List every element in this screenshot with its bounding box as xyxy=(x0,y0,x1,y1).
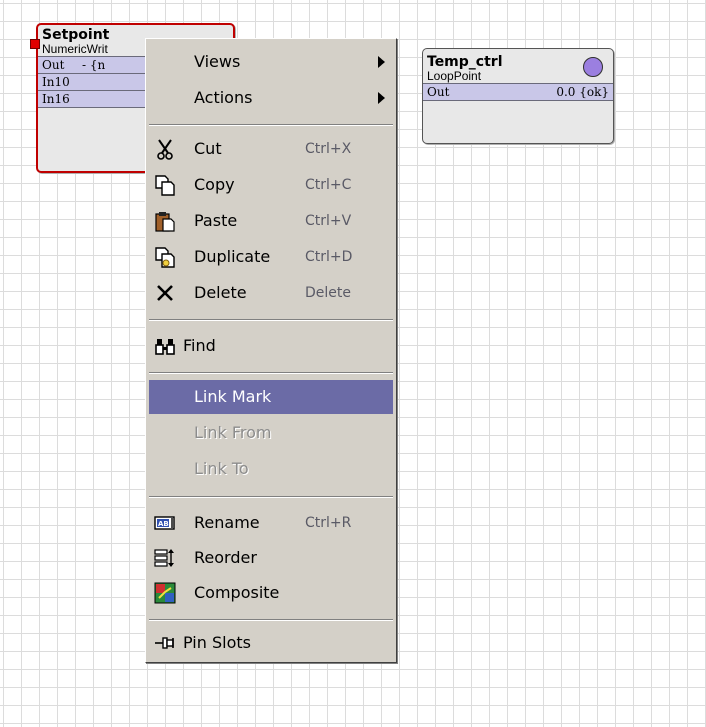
menu-item-delete[interactable]: Delete Delete xyxy=(149,276,393,310)
slot-name: Out xyxy=(42,58,65,72)
binoculars-icon xyxy=(155,339,175,355)
menu-item-link-to[interactable]: Link To xyxy=(149,452,393,486)
menu-item-shortcut: Delete xyxy=(305,285,351,301)
menu-item-label: Paste xyxy=(194,211,238,230)
wiresheet-canvas[interactable]: Setpoint NumericWrit Out - {n In10 In16 … xyxy=(0,0,706,727)
menu-item-views[interactable]: Views xyxy=(149,45,393,79)
menu-item-shortcut: Ctrl+V xyxy=(305,213,352,229)
menu-item-label: Duplicate xyxy=(194,247,271,266)
slot-name: Out xyxy=(427,85,450,99)
menu-item-link-from[interactable]: Link From xyxy=(149,416,393,450)
status-circle-icon xyxy=(583,57,603,77)
menu-item-find[interactable]: Find xyxy=(149,329,393,363)
reorder-icon xyxy=(154,549,174,567)
menu-item-rename[interactable]: AB Rename Ctrl+R xyxy=(149,506,393,540)
setpoint-status-marker-icon xyxy=(30,39,40,49)
rename-icon: AB xyxy=(154,516,175,530)
svg-text:AB: AB xyxy=(158,520,169,528)
temp-ctrl-node-footer xyxy=(423,100,613,117)
menu-item-label: Composite xyxy=(194,583,280,602)
menu-separator xyxy=(149,319,393,321)
scissors-icon xyxy=(157,139,173,160)
menu-item-shortcut: Ctrl+R xyxy=(305,515,352,531)
clipboard-icon xyxy=(155,212,175,232)
menu-separator xyxy=(149,124,393,126)
x-icon xyxy=(157,285,173,301)
menu-item-label: Link Mark xyxy=(194,387,272,406)
menu-item-label: Copy xyxy=(194,175,235,194)
menu-item-label: Cut xyxy=(194,139,222,158)
slot-value: 0.0 {ok} xyxy=(556,85,609,99)
menu-separator xyxy=(149,496,393,498)
menu-separator xyxy=(149,619,393,621)
menu-item-label: Delete xyxy=(194,283,247,302)
menu-separator xyxy=(149,372,393,374)
temp-ctrl-slot-out[interactable]: Out 0.0 {ok} xyxy=(423,83,613,100)
composite-icon xyxy=(154,582,176,604)
slot-value: - {n xyxy=(82,58,106,72)
pin-icon xyxy=(155,637,174,649)
menu-item-label: Link From xyxy=(194,423,272,442)
menu-item-cut[interactable]: Cut Ctrl+X xyxy=(149,132,393,166)
submenu-arrow-icon xyxy=(378,56,385,68)
slot-name: In16 xyxy=(42,92,70,106)
menu-item-label: Views xyxy=(194,52,241,71)
menu-item-label: Find xyxy=(183,336,216,355)
copy-icon xyxy=(155,175,175,196)
menu-item-shortcut: Ctrl+D xyxy=(305,249,353,265)
slot-name: In10 xyxy=(42,75,70,89)
menu-item-label: Rename xyxy=(194,513,260,532)
duplicate-icon xyxy=(155,247,175,268)
menu-item-label: Link To xyxy=(194,459,249,478)
menu-item-label: Actions xyxy=(194,88,253,107)
menu-item-label: Reorder xyxy=(194,548,257,567)
menu-item-composite[interactable]: Composite xyxy=(149,576,393,610)
menu-item-shortcut: Ctrl+C xyxy=(305,177,352,193)
temp-ctrl-node[interactable]: Temp_ctrl LoopPoint Out 0.0 {ok} xyxy=(422,48,614,144)
menu-item-link-mark[interactable]: Link Mark xyxy=(149,380,393,414)
menu-item-copy[interactable]: Copy Ctrl+C xyxy=(149,168,393,202)
menu-item-reorder[interactable]: Reorder xyxy=(149,541,393,575)
menu-item-label: Pin Slots xyxy=(183,633,251,652)
menu-item-pin-slots[interactable]: Pin Slots xyxy=(149,626,393,660)
menu-item-actions[interactable]: Actions xyxy=(149,81,393,115)
menu-item-paste[interactable]: Paste Ctrl+V xyxy=(149,204,393,238)
context-menu: Views Actions Cut Ctrl+X Copy Ctrl+C Pas… xyxy=(145,38,397,663)
menu-item-duplicate[interactable]: Duplicate Ctrl+D xyxy=(149,240,393,274)
menu-item-shortcut: Ctrl+X xyxy=(305,141,352,157)
submenu-arrow-icon xyxy=(378,92,385,104)
